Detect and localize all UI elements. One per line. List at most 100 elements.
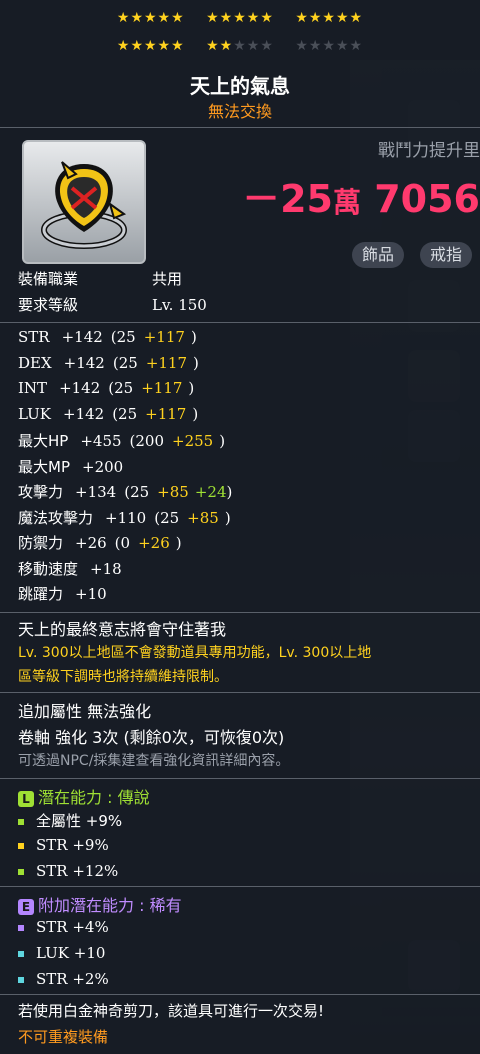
star-force-row-2: ★★★★★ ★★★★★ ★★★★★	[0, 38, 480, 54]
star-icon-off: ★★★	[233, 38, 274, 54]
stat-row: LUK +142 (25 +117)	[18, 405, 198, 423]
enhance-hint: 可透過NPC/採集建查看強化資訊詳細內容。	[18, 753, 290, 769]
potential-line: 全屬性 +9%	[18, 810, 122, 831]
divider	[0, 994, 480, 995]
bonus-potential-line: STR +4%	[18, 918, 109, 936]
stat-paren-open: (25	[154, 508, 180, 527]
scissors-note: 若使用白金神奇剪刀，該道具可進行一次交易!	[18, 1002, 325, 1020]
stat-name: 移動速度	[18, 559, 79, 578]
stat-paren-close: )	[226, 483, 233, 501]
potential-text: STR +9%	[36, 836, 109, 854]
combat-power-main: 25	[280, 177, 333, 221]
stat-paren-close: )	[224, 508, 231, 527]
bonus-potential-line: LUK +10	[18, 944, 105, 962]
stat-base: +455	[80, 432, 122, 450]
divider	[0, 778, 480, 779]
potential-text: STR +12%	[36, 862, 119, 880]
bonus-potential-text: LUK +10	[36, 944, 106, 962]
bonus-potential-colon: :	[139, 896, 145, 915]
stat-base: +10	[75, 585, 107, 603]
bullet-icon	[18, 924, 24, 931]
stat-name: 最大HP	[18, 432, 69, 450]
item-icon-frame	[22, 140, 146, 264]
bullet-icon	[18, 818, 24, 825]
stat-paren-open: (25	[110, 328, 136, 346]
bonus-potential-line: STR +2%	[18, 970, 109, 988]
potential-line: STR +12%	[18, 862, 118, 880]
stat-bonus: +85	[157, 483, 189, 501]
stat-bonus: +117	[141, 379, 183, 397]
stat-row: INT +142 (25 +117)	[18, 379, 194, 397]
star-icon-group: ★★★★★	[116, 10, 185, 26]
legendary-badge-icon: L	[18, 790, 34, 807]
stat-bonus: +85	[187, 508, 219, 527]
stat-row: 最大MP +200	[18, 456, 145, 477]
stat-name: LUK	[18, 404, 51, 423]
stat-base: +200	[82, 457, 124, 476]
shield-ring-icon	[41, 161, 127, 249]
combat-power-unit: 萬	[332, 186, 361, 219]
requirement-row: 裝備職業 共用	[18, 268, 182, 289]
bonus-potential-grade: 稀有	[149, 896, 182, 915]
bullet-icon	[18, 950, 24, 957]
stat-paren-close: )	[175, 534, 182, 552]
stat-paren-open: (0	[114, 534, 131, 552]
stat-paren-open: (25	[112, 404, 138, 423]
stat-base: +142	[63, 353, 105, 372]
star-icon-group-off: ★★★★★	[295, 38, 364, 54]
stat-bonus2: +24	[194, 483, 227, 501]
potential-text: 全屬性 +9%	[36, 812, 123, 830]
star-icon-group-mixed: ★★★★★	[206, 38, 274, 54]
unique-equip-note: 不可重複裝備	[18, 1028, 109, 1046]
stat-row: 攻擊力 +134 (25 +85 +24)	[18, 481, 232, 502]
stat-base: +142	[63, 404, 105, 423]
divider	[0, 692, 480, 693]
additional-options: 追加屬性 無法強化	[18, 702, 152, 721]
stat-base: +142	[61, 328, 103, 346]
stat-name: 攻擊力	[18, 483, 64, 501]
item-restriction: Lv. 300以上地區不會發動道具專用功能，Lv. 300以上地	[18, 645, 372, 661]
stat-bonus: +117	[145, 404, 187, 423]
bonus-potential-header: E 附加潛在能力 : 稀有	[18, 892, 182, 916]
bullet-icon	[18, 868, 24, 875]
stat-paren-open: (25	[112, 353, 138, 372]
rare-badge-icon: E	[18, 898, 34, 915]
stat-row: 移動速度 +18	[18, 558, 144, 579]
combat-power-rest: 7056	[374, 177, 480, 221]
stat-row: DEX +142 (25 +117)	[18, 354, 199, 372]
star-icon-group: ★★★★★	[295, 10, 364, 26]
requirement-value: Lv. 150	[152, 296, 207, 314]
stat-bonus: +26	[138, 534, 170, 552]
stat-bonus: +255	[172, 432, 214, 450]
stat-paren-open: (200	[129, 432, 165, 450]
requirement-label: 裝備職業	[18, 270, 79, 288]
divider	[0, 127, 480, 128]
potential-title: 潛在能力	[38, 788, 103, 807]
requirement-row: 要求等級 Lv. 150	[18, 294, 207, 315]
stat-base: +26	[75, 534, 107, 552]
star-force-row-1: ★★★★★ ★★★★★ ★★★★★	[0, 10, 480, 26]
stat-name: STR	[18, 328, 50, 346]
stat-base: +142	[59, 379, 101, 397]
potential-grade: 傳說	[117, 788, 150, 807]
item-tooltip: ★★★★★ ★★★★★ ★★★★★ ★★★★★ ★★★★★ ★★★★★ 天上的氣…	[0, 0, 480, 1054]
potential-header: L 潛在能力 : 傳說	[18, 784, 150, 808]
divider	[0, 612, 480, 613]
star-icon-group: ★★★★★	[116, 38, 185, 54]
requirement-value: 共用	[152, 270, 183, 288]
bonus-potential-title: 附加潛在能力	[38, 896, 135, 915]
stat-name: INT	[18, 379, 48, 397]
potential-colon: :	[107, 788, 113, 807]
stat-base: +18	[90, 559, 122, 578]
potential-line: STR +9%	[18, 836, 109, 854]
stat-paren-open: (25	[108, 379, 134, 397]
stat-name: 最大MP	[18, 457, 70, 476]
divider	[0, 886, 480, 887]
combat-power-sign: －	[242, 177, 281, 221]
bullet-icon	[18, 842, 24, 849]
stat-paren-close: )	[190, 328, 197, 346]
stat-row: 最大HP +455 (200 +255)	[18, 430, 225, 451]
stat-name: 魔法攻擊力	[18, 508, 94, 527]
bonus-potential-text: STR +4%	[36, 918, 109, 936]
requirement-label: 要求等級	[18, 296, 79, 314]
